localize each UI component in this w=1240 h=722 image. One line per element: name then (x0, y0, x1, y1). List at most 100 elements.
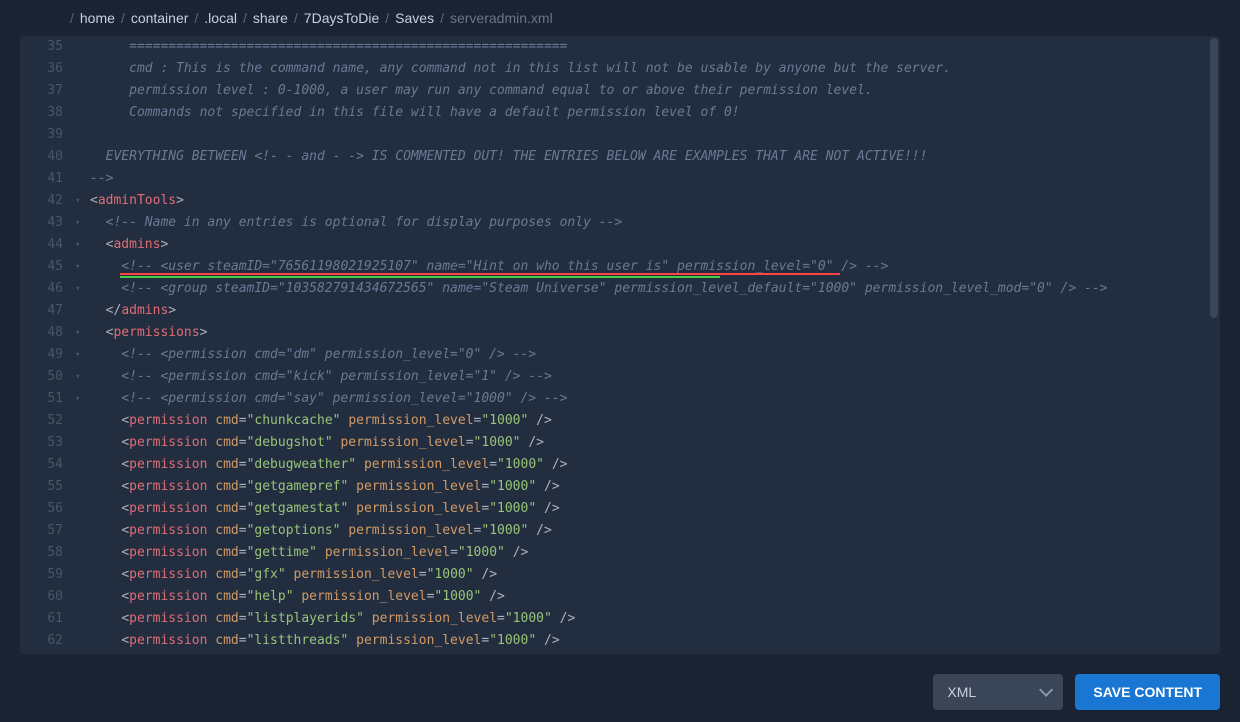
breadcrumb-sep: / (440, 10, 444, 26)
code-line[interactable]: cmd : This is the command name, any comm… (90, 58, 1220, 80)
line-number: 46 (20, 278, 63, 300)
fold-marker[interactable]: ▾ (75, 212, 90, 234)
line-number: 51 (20, 388, 63, 410)
scrollbar[interactable] (1210, 38, 1218, 318)
line-number: 42 (20, 190, 63, 212)
code-line[interactable]: <permission cmd="chunkcache" permission_… (90, 410, 1220, 432)
fold-marker (75, 498, 90, 520)
line-number: 52 (20, 410, 63, 432)
fold-marker (75, 608, 90, 630)
line-number: 50 (20, 366, 63, 388)
fold-marker[interactable]: ▾ (75, 322, 90, 344)
fold-marker (75, 432, 90, 454)
line-number: 37 (20, 80, 63, 102)
code-line[interactable]: <permission cmd="listthreads" permission… (90, 630, 1220, 652)
breadcrumb-item[interactable]: share (253, 10, 288, 26)
line-number: 62 (20, 630, 63, 652)
fold-marker (75, 630, 90, 652)
fold-marker[interactable]: ▾ (75, 366, 90, 388)
code-content[interactable]: ========================================… (90, 36, 1220, 654)
line-number: 53 (20, 432, 63, 454)
line-number: 40 (20, 146, 63, 168)
code-line[interactable] (90, 124, 1220, 146)
line-number: 43 (20, 212, 63, 234)
hint-underline (120, 276, 720, 278)
code-line[interactable]: <permissions> (90, 322, 1220, 344)
code-line[interactable]: <permission cmd="help" permission_level=… (90, 586, 1220, 608)
footer-actions: XML SAVE CONTENT (933, 674, 1220, 710)
line-number: 35 (20, 36, 63, 58)
fold-marker (75, 146, 90, 168)
code-line[interactable]: <!-- <permission cmd="say" permission_le… (90, 388, 1220, 410)
line-number: 38 (20, 102, 63, 124)
line-number: 54 (20, 454, 63, 476)
line-number: 60 (20, 586, 63, 608)
line-number: 59 (20, 564, 63, 586)
breadcrumb-item[interactable]: 7DaysToDie (304, 10, 379, 26)
code-line[interactable]: EVERYTHING BETWEEN <!- - and - -> IS COM… (90, 146, 1220, 168)
breadcrumb-item[interactable]: Saves (395, 10, 434, 26)
code-line[interactable]: <!-- <permission cmd="dm" permission_lev… (90, 344, 1220, 366)
fold-marker[interactable]: ▾ (75, 388, 90, 410)
fold-marker (75, 564, 90, 586)
fold-marker[interactable]: ▾ (75, 344, 90, 366)
code-line[interactable]: ========================================… (90, 36, 1220, 58)
line-number: 49 (20, 344, 63, 366)
line-number: 58 (20, 542, 63, 564)
code-line[interactable]: </admins> (90, 300, 1220, 322)
code-line[interactable]: <permission cmd="gettime" permission_lev… (90, 542, 1220, 564)
fold-marker (75, 58, 90, 80)
fold-marker (75, 476, 90, 498)
code-line[interactable]: permission level : 0-1000, a user may ru… (90, 80, 1220, 102)
fold-marker[interactable]: ▾ (75, 256, 90, 278)
code-line[interactable]: --> (90, 168, 1220, 190)
fold-marker (75, 586, 90, 608)
fold-marker (75, 520, 90, 542)
fold-marker (75, 80, 90, 102)
code-line[interactable]: <permission cmd="debugweather" permissio… (90, 454, 1220, 476)
line-number: 47 (20, 300, 63, 322)
code-line[interactable]: <adminTools> (90, 190, 1220, 212)
breadcrumb-sep: / (243, 10, 247, 26)
fold-marker[interactable]: ▾ (75, 234, 90, 256)
line-number: 44 (20, 234, 63, 256)
line-number: 55 (20, 476, 63, 498)
breadcrumb-sep: / (70, 10, 74, 26)
code-line[interactable]: <permission cmd="getgamestat" permission… (90, 498, 1220, 520)
fold-marker (75, 168, 90, 190)
code-line[interactable]: <!-- <user steamID="76561198021925107" n… (90, 256, 1220, 278)
breadcrumb-item: serveradmin.xml (450, 10, 553, 26)
fold-marker (75, 410, 90, 432)
fold-gutter[interactable]: ▾▾▾▾▾▾▾▾▾ (75, 36, 90, 654)
fold-marker (75, 454, 90, 476)
breadcrumb-item[interactable]: .local (204, 10, 237, 26)
code-line[interactable]: <permission cmd="getgamepref" permission… (90, 476, 1220, 498)
language-select[interactable]: XML (933, 674, 1063, 710)
code-line[interactable]: <permission cmd="getoptions" permission_… (90, 520, 1220, 542)
fold-marker (75, 542, 90, 564)
code-line[interactable]: <permission cmd="debugshot" permission_l… (90, 432, 1220, 454)
code-line[interactable]: <admins> (90, 234, 1220, 256)
fold-marker[interactable]: ▾ (75, 278, 90, 300)
breadcrumb-item[interactable]: home (80, 10, 115, 26)
code-line[interactable]: <permission cmd="listplayerids" permissi… (90, 608, 1220, 630)
breadcrumb-sep: / (294, 10, 298, 26)
line-number: 45 (20, 256, 63, 278)
code-line[interactable]: <!-- <group steamID="103582791434672565"… (90, 278, 1220, 300)
code-line[interactable]: <permission cmd="gfx" permission_level="… (90, 564, 1220, 586)
code-line[interactable]: <!-- Name in any entries is optional for… (90, 212, 1220, 234)
breadcrumb-item[interactable]: container (131, 10, 189, 26)
fold-marker (75, 102, 90, 124)
save-content-button[interactable]: SAVE CONTENT (1075, 674, 1220, 710)
code-line[interactable]: Commands not specified in this file will… (90, 102, 1220, 124)
line-number: 41 (20, 168, 63, 190)
fold-marker (75, 36, 90, 58)
line-number: 36 (20, 58, 63, 80)
line-number-gutter: 3536373839404142434445464748495051525354… (20, 36, 75, 654)
code-editor[interactable]: 3536373839404142434445464748495051525354… (20, 36, 1220, 654)
fold-marker[interactable]: ▾ (75, 190, 90, 212)
language-value: XML (947, 684, 976, 700)
code-line[interactable]: <!-- <permission cmd="kick" permission_l… (90, 366, 1220, 388)
breadcrumb-sep: / (121, 10, 125, 26)
line-number: 48 (20, 322, 63, 344)
